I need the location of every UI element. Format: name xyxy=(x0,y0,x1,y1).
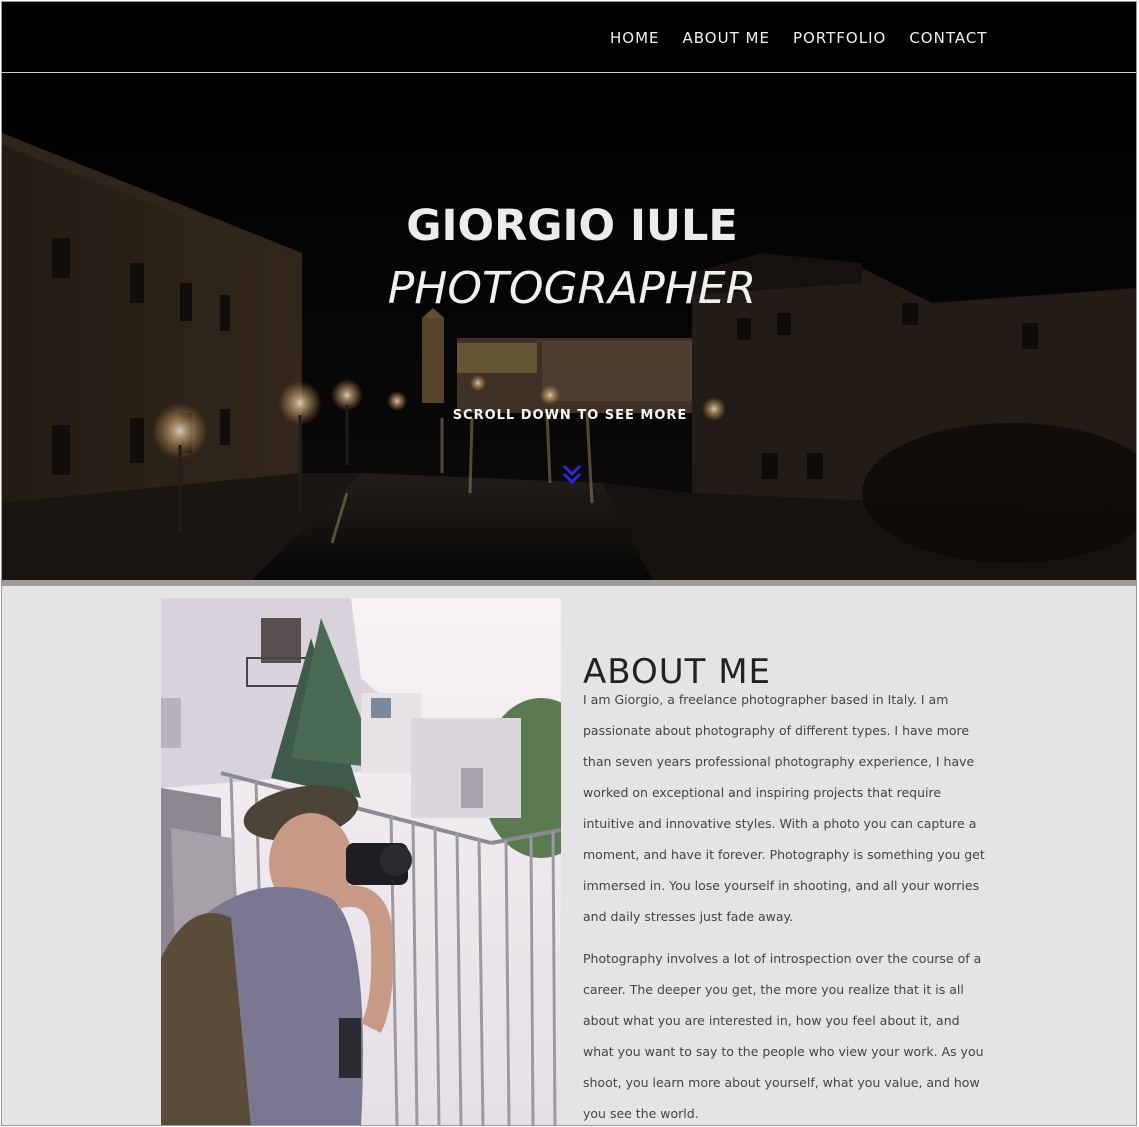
hero-section: GIORGIO IULE PHOTOGRAPHER SCROLL DOWN TO… xyxy=(2,73,1136,580)
about-section: ABOUT ME I am Giorgio, a freelance photo… xyxy=(2,586,1136,1125)
hero-background-image xyxy=(2,73,1136,580)
about-paragraph: I am Giorgio, a freelance photographer b… xyxy=(583,692,985,924)
nav-link-portfolio[interactable]: PORTFOLIO xyxy=(793,29,886,47)
hero-role-subheading: PHOTOGRAPHER xyxy=(387,263,757,314)
scroll-down-label: SCROLL DOWN TO SEE MORE xyxy=(452,408,688,423)
hero-name-heading: GIORGIO IULE xyxy=(406,201,738,251)
page-frame: HOME ABOUT ME PORTFOLIO CONTACT GIORGIO … xyxy=(1,1,1137,1126)
nav-menu: HOME ABOUT ME PORTFOLIO CONTACT xyxy=(610,29,987,47)
photographer-portrait-image xyxy=(161,598,561,1125)
about-paragraph: Photography involves a lot of introspect… xyxy=(583,951,984,1121)
navbar: HOME ABOUT ME PORTFOLIO CONTACT xyxy=(2,2,1136,73)
double-chevron-down-icon[interactable] xyxy=(560,463,584,487)
about-text: I am Giorgio, a freelance photographer b… xyxy=(583,684,993,1125)
nav-link-home[interactable]: HOME xyxy=(610,29,660,47)
nav-link-about-me[interactable]: ABOUT ME xyxy=(683,29,770,47)
nav-link-contact[interactable]: CONTACT xyxy=(909,29,987,47)
